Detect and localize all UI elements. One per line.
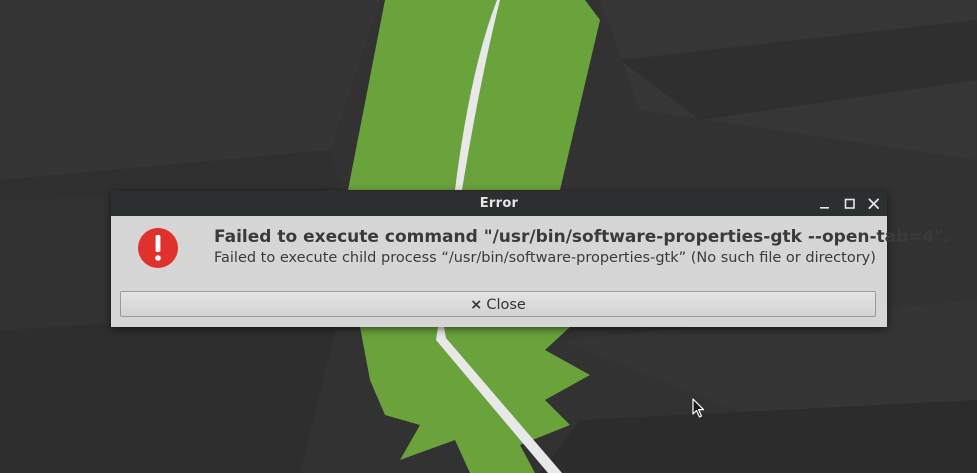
error-exclamation-icon — [138, 228, 178, 268]
close-icon[interactable] — [865, 195, 883, 213]
maximize-icon[interactable] — [841, 195, 859, 213]
dialog-title: Error — [479, 196, 519, 211]
error-dialog: Error Failed to execute command "/usr/bi… — [111, 191, 950, 327]
dialog-titlebar[interactable]: Error — [111, 191, 887, 216]
close-button[interactable]: × Close — [120, 291, 876, 317]
close-button-x-icon: × — [470, 297, 483, 313]
mouse-pointer-icon — [692, 398, 705, 418]
error-primary-message: Failed to execute command "/usr/bin/soft… — [214, 227, 950, 247]
error-secondary-message: Failed to execute child process “/usr/bi… — [214, 250, 876, 266]
minimize-icon[interactable] — [816, 195, 834, 213]
close-button-label: Close — [486, 297, 526, 313]
